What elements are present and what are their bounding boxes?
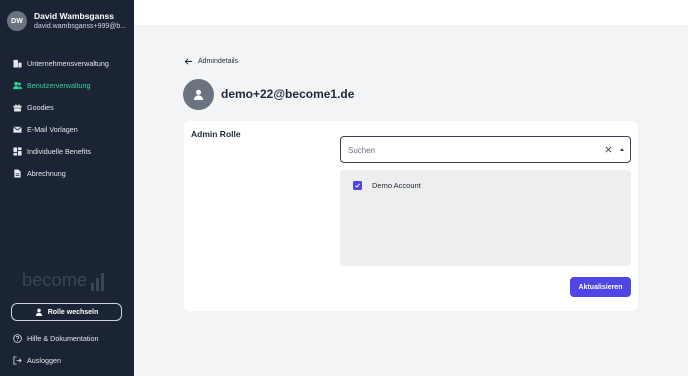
sidebar-item-unternehmensverwaltung[interactable]: Unternehmensverwaltung — [0, 52, 134, 74]
checkbox[interactable] — [353, 181, 362, 190]
search-placeholder: Suchen — [348, 146, 376, 155]
sidebar-item-label: Individuelle Benefits — [27, 146, 91, 156]
help-label: Hilfe & Dokumentation — [27, 334, 99, 343]
list-item[interactable]: Demo Account — [353, 181, 421, 190]
users-icon — [13, 81, 22, 90]
document-icon — [13, 168, 22, 178]
user-name: David Wambsganss — [34, 11, 114, 21]
help-link[interactable]: Hilfe & Dokumentation — [13, 334, 99, 343]
help-icon — [13, 334, 22, 343]
sidebar-item-label: E-Mail Vorlagen — [27, 124, 78, 134]
section-label: Admin Rolle — [191, 129, 241, 139]
update-button[interactable]: Aktualisieren — [570, 277, 631, 297]
sidebar-item-label: Unternehmensverwaltung — [27, 58, 109, 68]
gift-icon — [13, 103, 22, 112]
sidebar-item-benutzerverwaltung[interactable]: Benutzerverwaltung — [0, 74, 134, 96]
logout-icon — [13, 356, 22, 365]
sidebar-item-individuelle-benefits[interactable]: Individuelle Benefits — [0, 140, 134, 162]
sidebar-item-label: Benutzerverwaltung — [27, 80, 91, 90]
person-icon — [35, 308, 42, 316]
admin-role-card: Admin Rolle Suchen Demo Account Aktualis… — [184, 121, 638, 311]
chevron-up-icon[interactable] — [620, 148, 624, 151]
back-link[interactable]: Admindetails — [184, 57, 238, 66]
logout-label: Ausloggen — [27, 356, 61, 365]
switch-role-label: Rolle wechseln — [47, 308, 99, 316]
sidebar-item-abrechnung[interactable]: Abrechnung — [0, 162, 134, 184]
sidebar-item-label: Abrechnung — [27, 168, 66, 178]
grid-icon — [13, 146, 22, 156]
company-icon — [13, 59, 22, 68]
search-input[interactable]: Suchen — [340, 136, 631, 163]
sidebar: DW David Wambsganss david.wambsganss+999… — [0, 0, 134, 376]
check-icon — [355, 183, 360, 188]
options-list: Demo Account — [340, 170, 631, 266]
close-icon[interactable] — [604, 145, 613, 154]
sidebar-item-goodies[interactable]: Goodies — [0, 96, 134, 118]
user-profile[interactable]: DW David Wambsganss david.wambsganss+999… — [7, 11, 127, 31]
arrow-left-icon — [184, 58, 193, 65]
user-avatar: DW — [7, 11, 27, 31]
sidebar-item-label: Goodies — [27, 102, 54, 112]
sidebar-nav: Unternehmensverwaltung Benutzerverwaltun… — [0, 52, 134, 184]
admin-avatar — [183, 79, 214, 110]
back-label: Admindetails — [198, 58, 239, 65]
page-title: demo+22@become1.de — [221, 87, 355, 101]
top-bar — [134, 0, 688, 25]
option-label: Demo Account — [372, 181, 421, 190]
brand-logo: become — [22, 270, 105, 291]
brand-logo-text: become — [22, 270, 88, 290]
sidebar-item-email-vorlagen[interactable]: E-Mail Vorlagen — [0, 118, 134, 140]
person-icon — [193, 89, 204, 100]
logout-link[interactable]: Ausloggen — [13, 356, 61, 365]
user-email: david.wambsganss+999@b... — [34, 23, 127, 30]
brand-logo-mark — [89, 273, 105, 291]
mail-icon — [13, 125, 22, 134]
switch-role-button[interactable]: Rolle wechseln — [11, 303, 122, 321]
